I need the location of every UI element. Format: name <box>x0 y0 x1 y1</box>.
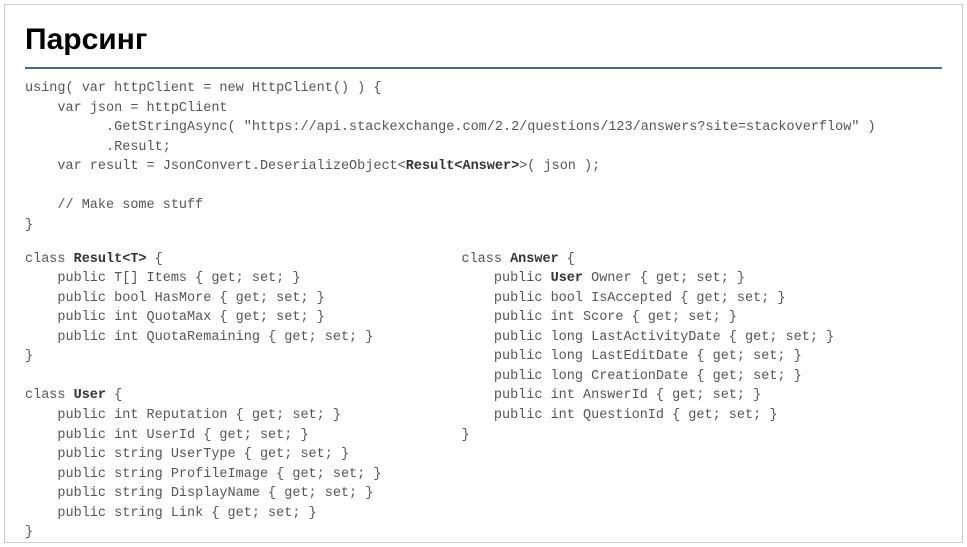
code-line: } <box>25 525 33 540</box>
code-line: public int AnswerId { get; set; } <box>461 388 761 403</box>
code-line: public bool HasMore { get; set; } <box>25 291 325 306</box>
code-type-bold: User <box>551 271 583 286</box>
code-line: using( var httpClient = new HttpClient()… <box>25 81 381 96</box>
code-line: class <box>461 252 510 267</box>
code-line: public int QuestionId { get; set; } <box>461 408 777 423</box>
code-line: // Make some stuff <box>25 198 203 213</box>
slide-container: Парсинг using( var httpClient = new Http… <box>4 4 963 543</box>
code-block-right: class Answer { public User Owner { get; … <box>461 250 834 543</box>
code-block-top: using( var httpClient = new HttpClient()… <box>25 79 942 236</box>
code-type-bold: Result<T> <box>74 252 147 267</box>
code-line: public int Reputation { get; set; } <box>25 408 341 423</box>
code-line: class <box>25 388 74 403</box>
code-line: public string DisplayName { get; set; } <box>25 486 373 501</box>
code-line: >( json ); <box>519 159 600 174</box>
code-type-bold: Answer <box>510 252 559 267</box>
code-line: public int QuotaRemaining { get; set; } <box>25 330 373 345</box>
code-line: public bool IsAccepted { get; set; } <box>461 291 785 306</box>
code-line: public int QuotaMax { get; set; } <box>25 310 325 325</box>
code-line: } <box>25 218 33 233</box>
code-line: public <box>461 271 550 286</box>
code-line: public string ProfileImage { get; set; } <box>25 467 381 482</box>
code-line: Owner { get; set; } <box>583 271 745 286</box>
code-line: class <box>25 252 74 267</box>
code-block-left: class Result<T> { public T[] Items { get… <box>25 250 381 543</box>
code-line: public string UserType { get; set; } <box>25 447 349 462</box>
code-line: public int Score { get; set; } <box>461 310 736 325</box>
code-line: public long CreationDate { get; set; } <box>461 369 801 384</box>
slide-title: Парсинг <box>25 23 942 69</box>
code-line: public T[] Items { get; set; } <box>25 271 300 286</box>
code-type-bold: User <box>74 388 106 403</box>
code-line: .GetStringAsync( "https://api.stackexcha… <box>25 120 876 135</box>
code-line: } <box>461 428 469 443</box>
code-line: { <box>559 252 575 267</box>
code-line: .Result; <box>25 140 171 155</box>
code-line: var json = httpClient <box>25 101 228 116</box>
code-line: } <box>25 349 33 364</box>
code-line: public string Link { get; set; } <box>25 506 317 521</box>
code-columns: class Result<T> { public T[] Items { get… <box>25 250 942 543</box>
code-line: var result = JsonConvert.DeserializeObje… <box>25 159 406 174</box>
code-line: { <box>147 252 163 267</box>
code-type-bold: Result<Answer> <box>406 159 519 174</box>
code-line: public long LastEditDate { get; set; } <box>461 349 801 364</box>
code-line: { <box>106 388 122 403</box>
code-line: public int UserId { get; set; } <box>25 428 309 443</box>
code-line: public long LastActivityDate { get; set;… <box>461 330 834 345</box>
